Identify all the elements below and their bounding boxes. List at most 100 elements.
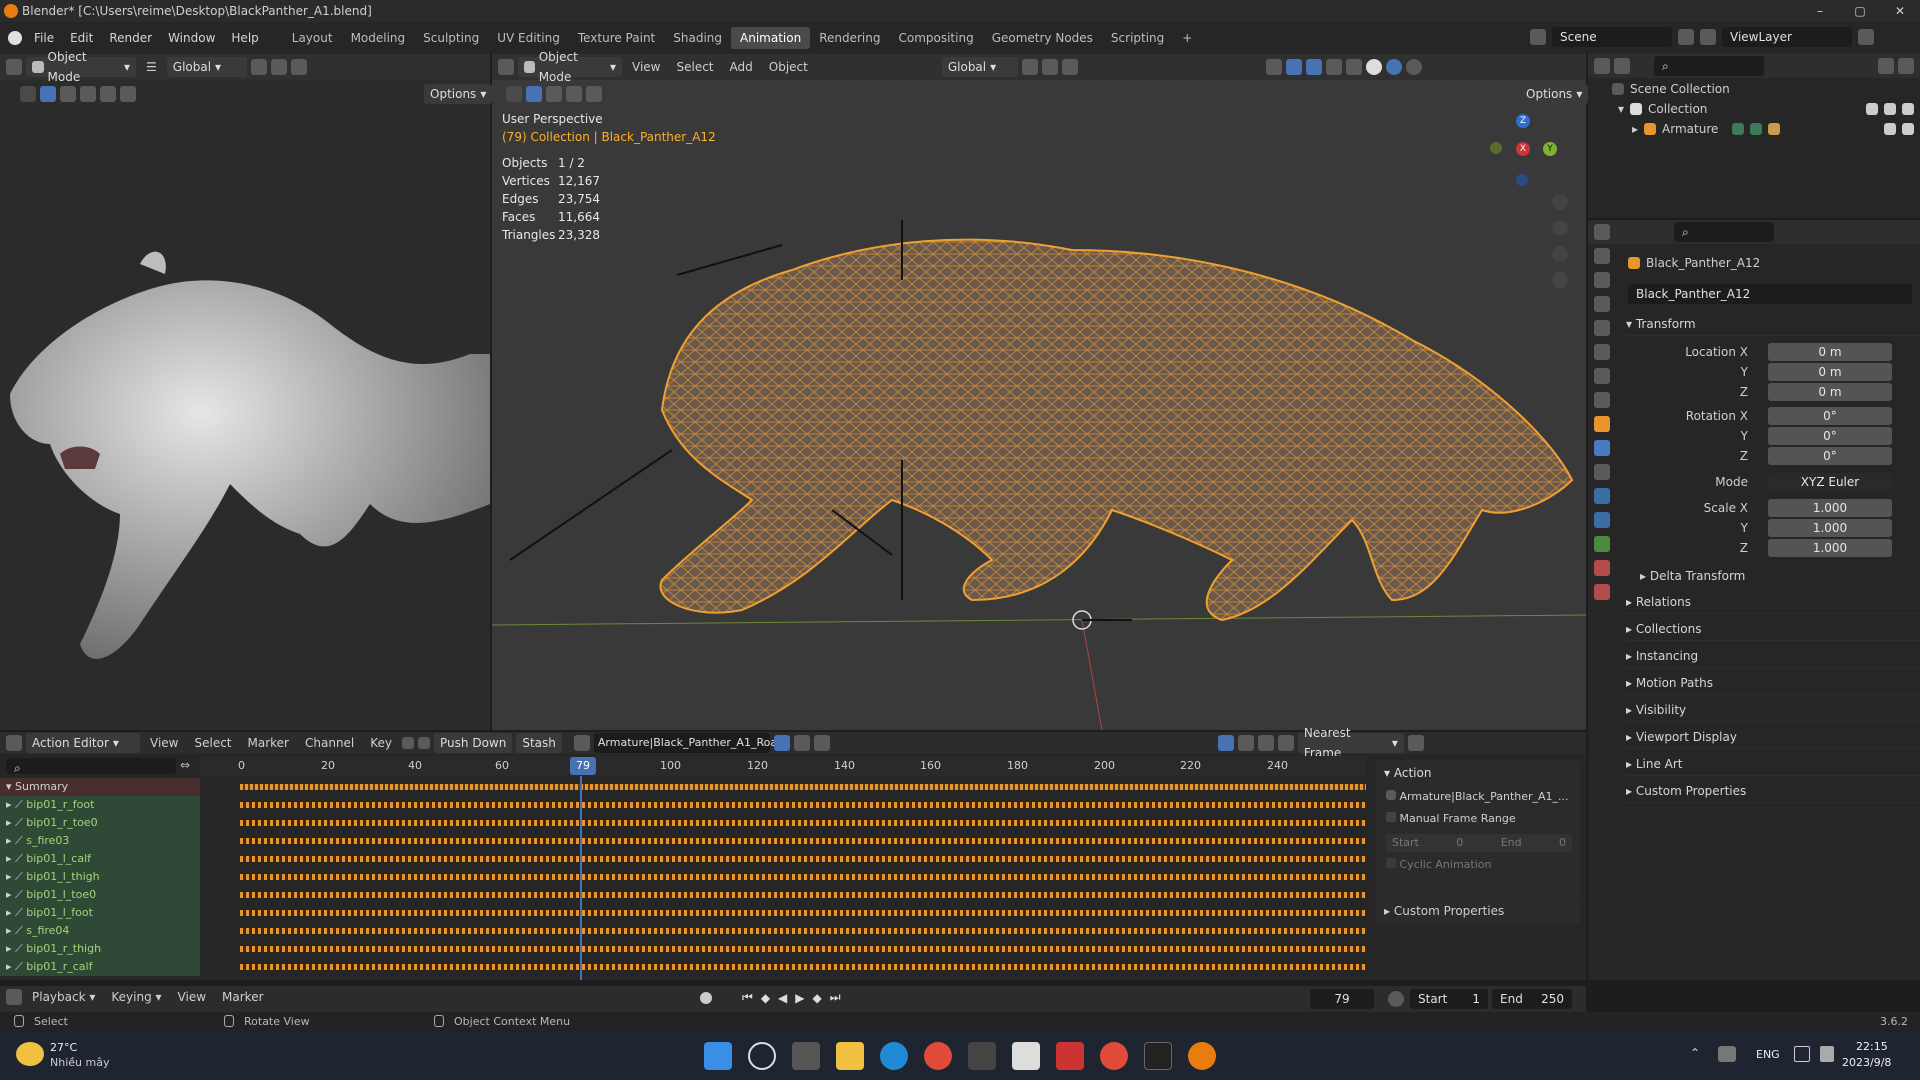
frame-ruler[interactable]: 0 20 40 60 80 100 120 140 160 180 200 22…: [200, 756, 1366, 776]
particles-tab-icon[interactable]: [1594, 464, 1610, 480]
texture-tab-icon[interactable]: [1594, 584, 1610, 600]
outliner-row-armature[interactable]: ▸ Armature: [1632, 120, 1914, 138]
blender-taskbar-icon[interactable]: [1188, 1042, 1216, 1070]
rotation-x-field[interactable]: 0°: [1768, 407, 1892, 425]
physics-tab-icon[interactable]: [1594, 488, 1610, 504]
scene-field[interactable]: Scene: [1552, 27, 1672, 47]
constraints-tab-icon[interactable]: [1594, 512, 1610, 528]
rotation-mode-select[interactable]: XYZ Euler: [1768, 473, 1892, 491]
display-mode-icon[interactable]: [1614, 58, 1630, 74]
menu-key[interactable]: Key: [364, 736, 398, 750]
viewport-display-panel[interactable]: ▸ Viewport Display: [1626, 725, 1920, 749]
material-shading-icon[interactable]: [1385, 59, 1402, 75]
channel-row[interactable]: ▸ ⟋ s_fire03: [0, 832, 200, 850]
jump-start-icon[interactable]: ⏮: [742, 990, 753, 1005]
start-frame-field[interactable]: Start 1: [1410, 989, 1488, 1009]
prev-keyframe-icon[interactable]: ◆: [761, 991, 770, 1005]
add-workspace-button[interactable]: +: [1173, 27, 1201, 49]
instancing-panel[interactable]: ▸ Instancing: [1626, 644, 1920, 668]
line-art-panel[interactable]: ▸ Line Art: [1626, 752, 1920, 776]
filter-icon[interactable]: [1277, 735, 1294, 751]
start-icon[interactable]: [704, 1042, 732, 1070]
channel-keyframes[interactable]: [240, 820, 1366, 826]
menu-view[interactable]: View: [626, 60, 666, 74]
select-extend-icon[interactable]: [60, 86, 76, 102]
pdf-icon[interactable]: [1056, 1042, 1084, 1070]
editor-type-icon[interactable]: [6, 59, 22, 75]
snap-select[interactable]: Nearest Frame ▾: [1297, 726, 1404, 760]
tab-geometry-nodes[interactable]: Geometry Nodes: [983, 27, 1102, 49]
relations-panel[interactable]: ▸ Relations: [1626, 590, 1920, 614]
object-tab-icon[interactable]: [1594, 416, 1610, 432]
visibility-panel[interactable]: ▸ Visibility: [1626, 698, 1920, 722]
menu-playback[interactable]: Playback ▾: [26, 990, 101, 1004]
select-invert-icon[interactable]: [100, 86, 116, 102]
editor-type-icon[interactable]: [1594, 58, 1610, 74]
tab-animation[interactable]: Animation: [731, 27, 811, 49]
channel-row[interactable]: ▸ ⟋ bip01_r_calf: [0, 958, 200, 976]
gizmo-z-axis[interactable]: Z: [1516, 114, 1530, 128]
menu-select[interactable]: Select: [670, 60, 719, 74]
left-transform-select[interactable]: Global ▾: [166, 57, 247, 77]
close-button[interactable]: ✕: [1880, 0, 1920, 22]
viewlayer-icon[interactable]: [1700, 29, 1716, 45]
unlink-action-icon[interactable]: [813, 735, 830, 751]
menu-file[interactable]: File: [26, 27, 62, 49]
manual-range-row[interactable]: Manual Frame Range: [1386, 812, 1516, 825]
swap-icon[interactable]: ⇔: [180, 758, 190, 772]
proportional-icon[interactable]: [1407, 735, 1424, 751]
menu-view[interactable]: View: [172, 990, 212, 1004]
pivot-icon[interactable]: [1021, 59, 1038, 75]
world-tab-icon[interactable]: [1594, 368, 1610, 384]
tab-shading[interactable]: Shading: [664, 27, 731, 49]
store-icon[interactable]: [968, 1042, 996, 1070]
scene-icon[interactable]: [1530, 29, 1546, 45]
menu-view[interactable]: View: [144, 736, 184, 750]
tool-tab-icon[interactable]: [1594, 248, 1610, 264]
menu-help[interactable]: Help: [223, 27, 266, 49]
outliner-search[interactable]: ⌕: [1654, 56, 1764, 76]
expand-icon[interactable]: ▸: [1632, 120, 1638, 138]
only-selected-icon[interactable]: [1217, 735, 1234, 751]
keyframe-type-icon[interactable]: [418, 737, 431, 749]
wireframe-shading-icon[interactable]: [1345, 59, 1362, 75]
channel-keyframes[interactable]: [240, 838, 1366, 844]
editor-type-icon[interactable]: [6, 735, 22, 751]
location-y-field[interactable]: 0 m: [1768, 363, 1892, 381]
scale-x-field[interactable]: 1.000: [1768, 499, 1892, 517]
new-collection-icon[interactable]: [1898, 58, 1914, 74]
tab-scripting[interactable]: Scripting: [1102, 27, 1173, 49]
current-frame-marker[interactable]: 79: [570, 757, 596, 775]
solid-shading-icon[interactable]: [1365, 59, 1382, 75]
tab-modeling[interactable]: Modeling: [342, 27, 415, 49]
jump-end-icon[interactable]: ⏭: [830, 990, 841, 1005]
collection-tab-icon[interactable]: [1594, 392, 1610, 408]
menu-object[interactable]: Object: [763, 60, 814, 74]
location-x-field[interactable]: 0 m: [1768, 343, 1892, 361]
tab-sculpting[interactable]: Sculpting: [414, 27, 488, 49]
overlay-toggle-icon[interactable]: [1305, 59, 1322, 75]
editor-type-icon[interactable]: [1594, 224, 1610, 240]
search-icon[interactable]: [748, 1042, 776, 1070]
left-options-button[interactable]: Options ▾: [424, 84, 493, 104]
viewlayer-field[interactable]: ViewLayer: [1722, 27, 1852, 47]
channel-search[interactable]: ⌕: [6, 758, 176, 775]
scale-y-field[interactable]: 1.000: [1768, 519, 1892, 537]
channel-keyframes[interactable]: [240, 856, 1366, 862]
gizmo-neg-y-dot[interactable]: [1490, 142, 1502, 154]
material-tab-icon[interactable]: [1594, 560, 1610, 576]
channel-row[interactable]: ▸ ⟋ bip01_r_foot: [0, 796, 200, 814]
gizmo-toggle-icon[interactable]: [1285, 59, 1302, 75]
file-explorer-icon[interactable]: [836, 1042, 864, 1070]
gizmo-neg-z-dot[interactable]: [1516, 174, 1528, 186]
current-frame-field[interactable]: 79: [1310, 989, 1374, 1009]
menu-window[interactable]: Window: [160, 27, 223, 49]
stopwatch-icon[interactable]: [1388, 991, 1404, 1007]
summary-row[interactable]: ▾ Summary: [0, 778, 200, 796]
visibility-icon[interactable]: [1265, 59, 1282, 75]
channel-row[interactable]: ▸ ⟋ bip01_l_thigh: [0, 868, 200, 886]
action-name-field[interactable]: Armature|Black_Panther_A1_Roar3: [593, 733, 789, 753]
fake-user-icon[interactable]: [773, 735, 790, 751]
eye-icon[interactable]: [1884, 103, 1896, 115]
expand-icon[interactable]: ▾: [1618, 100, 1624, 118]
